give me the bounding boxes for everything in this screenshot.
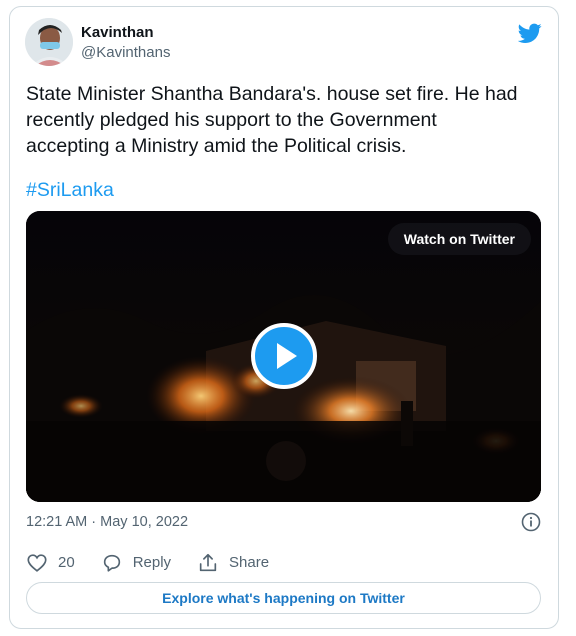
author-name[interactable]: Kavinthan (81, 24, 154, 42)
heart-icon (27, 554, 47, 572)
info-icon[interactable] (520, 511, 542, 533)
reply-bubble-icon (103, 554, 120, 572)
reply-label: Reply (132, 554, 172, 571)
tweet-timestamp[interactable]: 12:21 AM · May 10, 2022 (26, 512, 188, 532)
explore-twitter-button[interactable]: Explore what's happening on Twitter (26, 582, 541, 614)
hashtag-link[interactable]: #SriLanka (26, 177, 114, 203)
play-button[interactable] (251, 323, 317, 389)
share-button[interactable]: Share (197, 552, 269, 574)
watch-on-twitter-button[interactable]: Watch on Twitter (387, 223, 531, 255)
like-button[interactable]: 20 (26, 552, 75, 574)
share-icon (199, 553, 217, 572)
like-count: 20 (58, 554, 75, 571)
play-icon (277, 343, 297, 369)
tweet-actions: 20 Reply Share (26, 551, 295, 575)
reply-button[interactable]: Reply (101, 552, 171, 574)
author-handle[interactable]: @Kavinthans (81, 44, 170, 62)
share-label: Share (229, 554, 270, 571)
tweet-text: State Minister Shantha Bandara's. house … (26, 83, 518, 157)
video-player[interactable]: Watch on Twitter (26, 211, 541, 502)
tweet-card: Kavinthan @Kavinthans State Minister Sha… (9, 6, 559, 629)
avatar[interactable] (25, 18, 73, 66)
twitter-bird-icon[interactable] (517, 21, 542, 45)
